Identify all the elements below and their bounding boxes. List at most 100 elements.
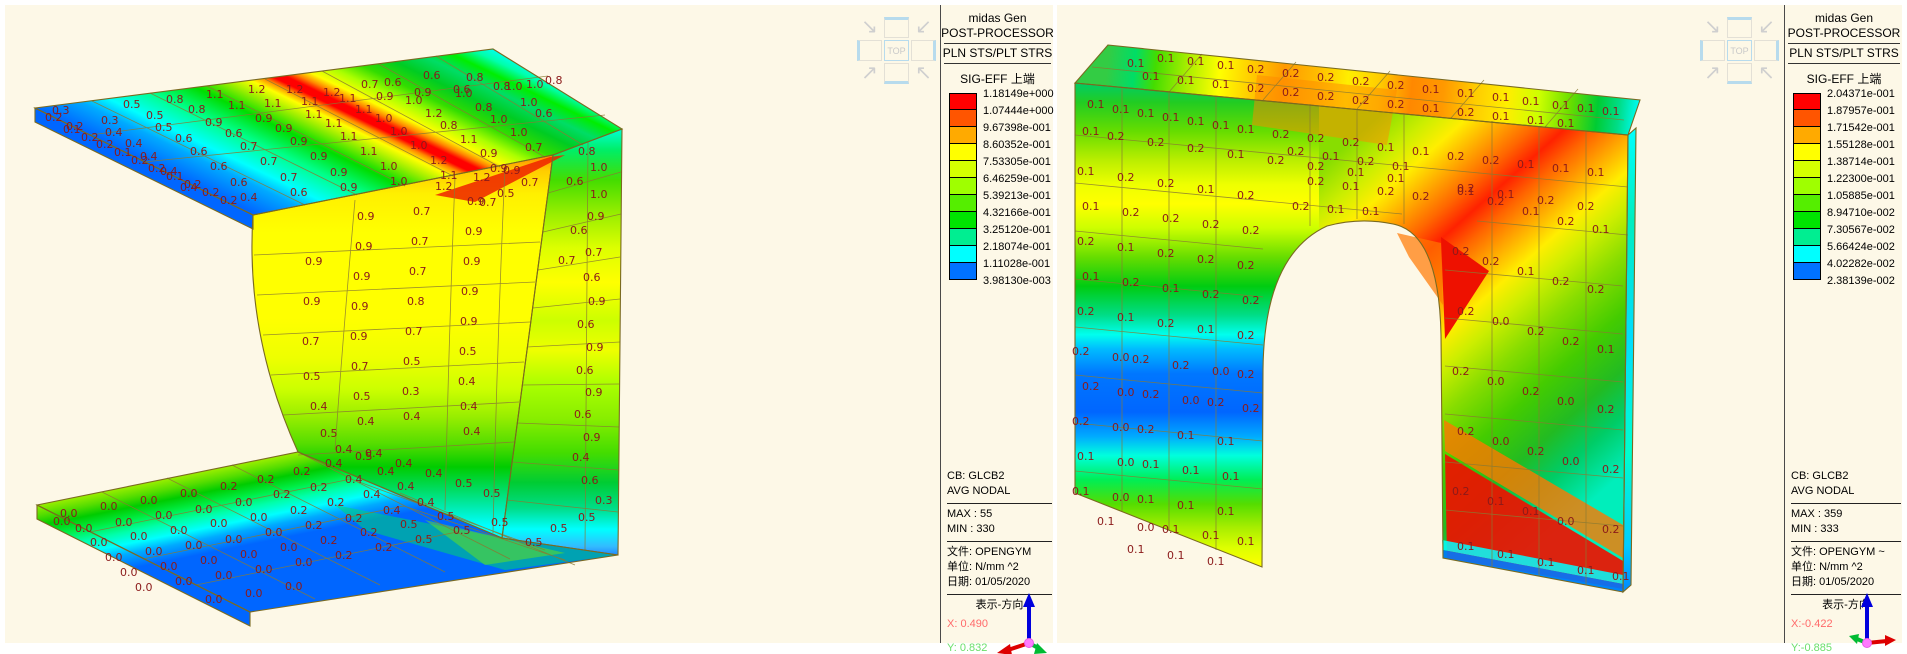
fea-contour-view-left[interactable]: 0.30.50.81.11.21.21.20.70.60.60.80.20.30… xyxy=(5,5,1053,643)
svg-text:1.1: 1.1 xyxy=(360,145,378,158)
svg-text:0.1: 0.1 xyxy=(1082,270,1100,283)
scale-color-block xyxy=(949,246,977,263)
view-rotate-pad: ↘ ↙ TOP ↗ ↖ xyxy=(1700,17,1779,84)
svg-text:0.4: 0.4 xyxy=(345,473,363,486)
svg-text:0.7: 0.7 xyxy=(351,360,369,373)
svg-text:0.1: 0.1 xyxy=(1137,493,1155,506)
rotate-up-button[interactable] xyxy=(884,17,909,38)
svg-text:0.7: 0.7 xyxy=(558,254,576,267)
rotate-down-left-icon[interactable]: ↙ xyxy=(1754,17,1779,38)
svg-text:0.5: 0.5 xyxy=(415,533,433,546)
svg-text:0.2: 0.2 xyxy=(1242,294,1260,307)
svg-text:0.9: 0.9 xyxy=(588,295,606,308)
svg-text:1.0: 1.0 xyxy=(410,139,428,152)
svg-text:0.2: 0.2 xyxy=(1142,388,1160,401)
svg-text:0.6: 0.6 xyxy=(583,271,601,284)
svg-text:0.1: 0.1 xyxy=(1212,119,1230,132)
scale-color-block xyxy=(949,195,977,212)
svg-text:0.2: 0.2 xyxy=(220,480,238,493)
svg-text:1.1: 1.1 xyxy=(264,97,282,110)
svg-text:0.2: 0.2 xyxy=(1317,90,1335,103)
svg-text:0.2: 0.2 xyxy=(305,519,323,532)
rotate-right-button[interactable] xyxy=(911,40,936,61)
svg-text:0.1: 0.1 xyxy=(1522,205,1540,218)
svg-text:0.1: 0.1 xyxy=(1087,98,1105,111)
rotate-down-button[interactable] xyxy=(1727,63,1752,84)
scale-tick-label: 5.39213e-001 xyxy=(983,190,1051,202)
svg-text:0.0: 0.0 xyxy=(285,580,303,593)
svg-text:0.2: 0.2 xyxy=(1562,335,1580,348)
svg-text:0.7: 0.7 xyxy=(302,335,320,348)
rotate-up-left-icon[interactable]: ↖ xyxy=(1754,63,1779,84)
rotate-down-left-icon[interactable]: ↙ xyxy=(911,17,936,38)
svg-text:0.2: 0.2 xyxy=(1197,253,1215,266)
svg-text:0.0: 0.0 xyxy=(1212,365,1230,378)
svg-text:0.0: 0.0 xyxy=(1487,375,1505,388)
rotate-down-right-icon[interactable]: ↘ xyxy=(857,17,882,38)
rotate-right-button[interactable] xyxy=(1754,40,1779,61)
svg-text:0.1: 0.1 xyxy=(1522,505,1540,518)
svg-text:1.2: 1.2 xyxy=(473,171,491,184)
svg-text:0.9: 0.9 xyxy=(586,341,604,354)
svg-text:0.2: 0.2 xyxy=(1527,325,1545,338)
svg-text:0.9: 0.9 xyxy=(357,210,375,223)
svg-text:0.1: 0.1 xyxy=(1217,505,1235,518)
svg-text:0.1: 0.1 xyxy=(1612,570,1630,583)
svg-text:0.9: 0.9 xyxy=(350,330,368,343)
svg-text:0.9: 0.9 xyxy=(583,431,601,444)
svg-text:0.2: 0.2 xyxy=(1077,235,1095,248)
svg-text:0.4: 0.4 xyxy=(425,467,443,480)
svg-text:0.3: 0.3 xyxy=(595,494,613,507)
svg-text:0.0: 0.0 xyxy=(250,511,268,524)
svg-text:1.0: 1.0 xyxy=(390,125,408,138)
svg-text:0.1: 0.1 xyxy=(1527,114,1545,127)
axis-triad-icon xyxy=(1845,591,1897,654)
svg-text:0.0: 0.0 xyxy=(90,536,108,549)
svg-text:0.0: 0.0 xyxy=(53,515,71,528)
rotate-left-button[interactable] xyxy=(1700,40,1725,61)
svg-text:0.0: 0.0 xyxy=(1182,394,1200,407)
svg-text:0.1: 0.1 xyxy=(1142,70,1160,83)
load-combination: CB: GLCB2 xyxy=(1791,469,1901,484)
min-value: MIN : 333 xyxy=(1791,522,1901,537)
view-top-button[interactable]: TOP xyxy=(1727,40,1752,61)
rotate-down-button[interactable] xyxy=(884,63,909,84)
scale-color-block xyxy=(949,161,977,178)
svg-text:0.0: 0.0 xyxy=(1117,456,1135,469)
unit-label: 单位: N/mm ^2 xyxy=(947,560,1052,575)
rotate-up-button[interactable] xyxy=(1727,17,1752,38)
avg-nodal-label: AVG NODAL xyxy=(947,484,1052,499)
svg-text:0.2: 0.2 xyxy=(320,534,338,547)
rotate-down-right-icon[interactable]: ↘ xyxy=(1700,17,1725,38)
rotate-up-right-icon[interactable]: ↗ xyxy=(857,63,882,84)
svg-text:0.0: 0.0 xyxy=(155,509,173,522)
svg-text:0.1: 0.1 xyxy=(1177,499,1195,512)
svg-text:0.7: 0.7 xyxy=(280,171,298,184)
svg-text:0.1: 0.1 xyxy=(1487,495,1505,508)
svg-text:0.2: 0.2 xyxy=(1307,132,1325,145)
svg-text:0.2: 0.2 xyxy=(1202,288,1220,301)
svg-text:0.6: 0.6 xyxy=(230,176,248,189)
fea-contour-view-right[interactable]: 0.1 0.1 0.1 0.1 0.2 0.2 0.2 0.2 0.2 0.1 0.1 0.1 0.1 0… xyxy=(1057,5,1902,643)
rotate-up-left-icon[interactable]: ↖ xyxy=(911,63,936,84)
svg-text:0.2: 0.2 xyxy=(1557,215,1575,228)
scale-color-block xyxy=(1793,246,1821,263)
svg-text:0.2: 0.2 xyxy=(1267,154,1285,167)
svg-text:0.9: 0.9 xyxy=(255,112,273,125)
svg-text:0.0: 0.0 xyxy=(215,569,233,582)
svg-text:0.5: 0.5 xyxy=(453,524,471,537)
svg-text:0.4: 0.4 xyxy=(377,465,395,478)
svg-text:0.3: 0.3 xyxy=(402,385,420,398)
svg-text:0.2: 0.2 xyxy=(1237,368,1255,381)
svg-text:0.0: 0.0 xyxy=(135,581,153,594)
rotate-up-right-icon[interactable]: ↗ xyxy=(1700,63,1725,84)
max-value: MAX : 359 xyxy=(1791,507,1901,522)
svg-text:0.0: 0.0 xyxy=(200,554,218,567)
view-top-button[interactable]: TOP xyxy=(884,40,909,61)
rotate-left-button[interactable] xyxy=(857,40,882,61)
svg-text:0.2: 0.2 xyxy=(1317,71,1335,84)
scale-tick-label: 5.66424e-002 xyxy=(1827,241,1895,253)
svg-text:0.7: 0.7 xyxy=(525,141,543,154)
svg-text:0.9: 0.9 xyxy=(585,386,603,399)
svg-text:0.2: 0.2 xyxy=(1072,415,1090,428)
